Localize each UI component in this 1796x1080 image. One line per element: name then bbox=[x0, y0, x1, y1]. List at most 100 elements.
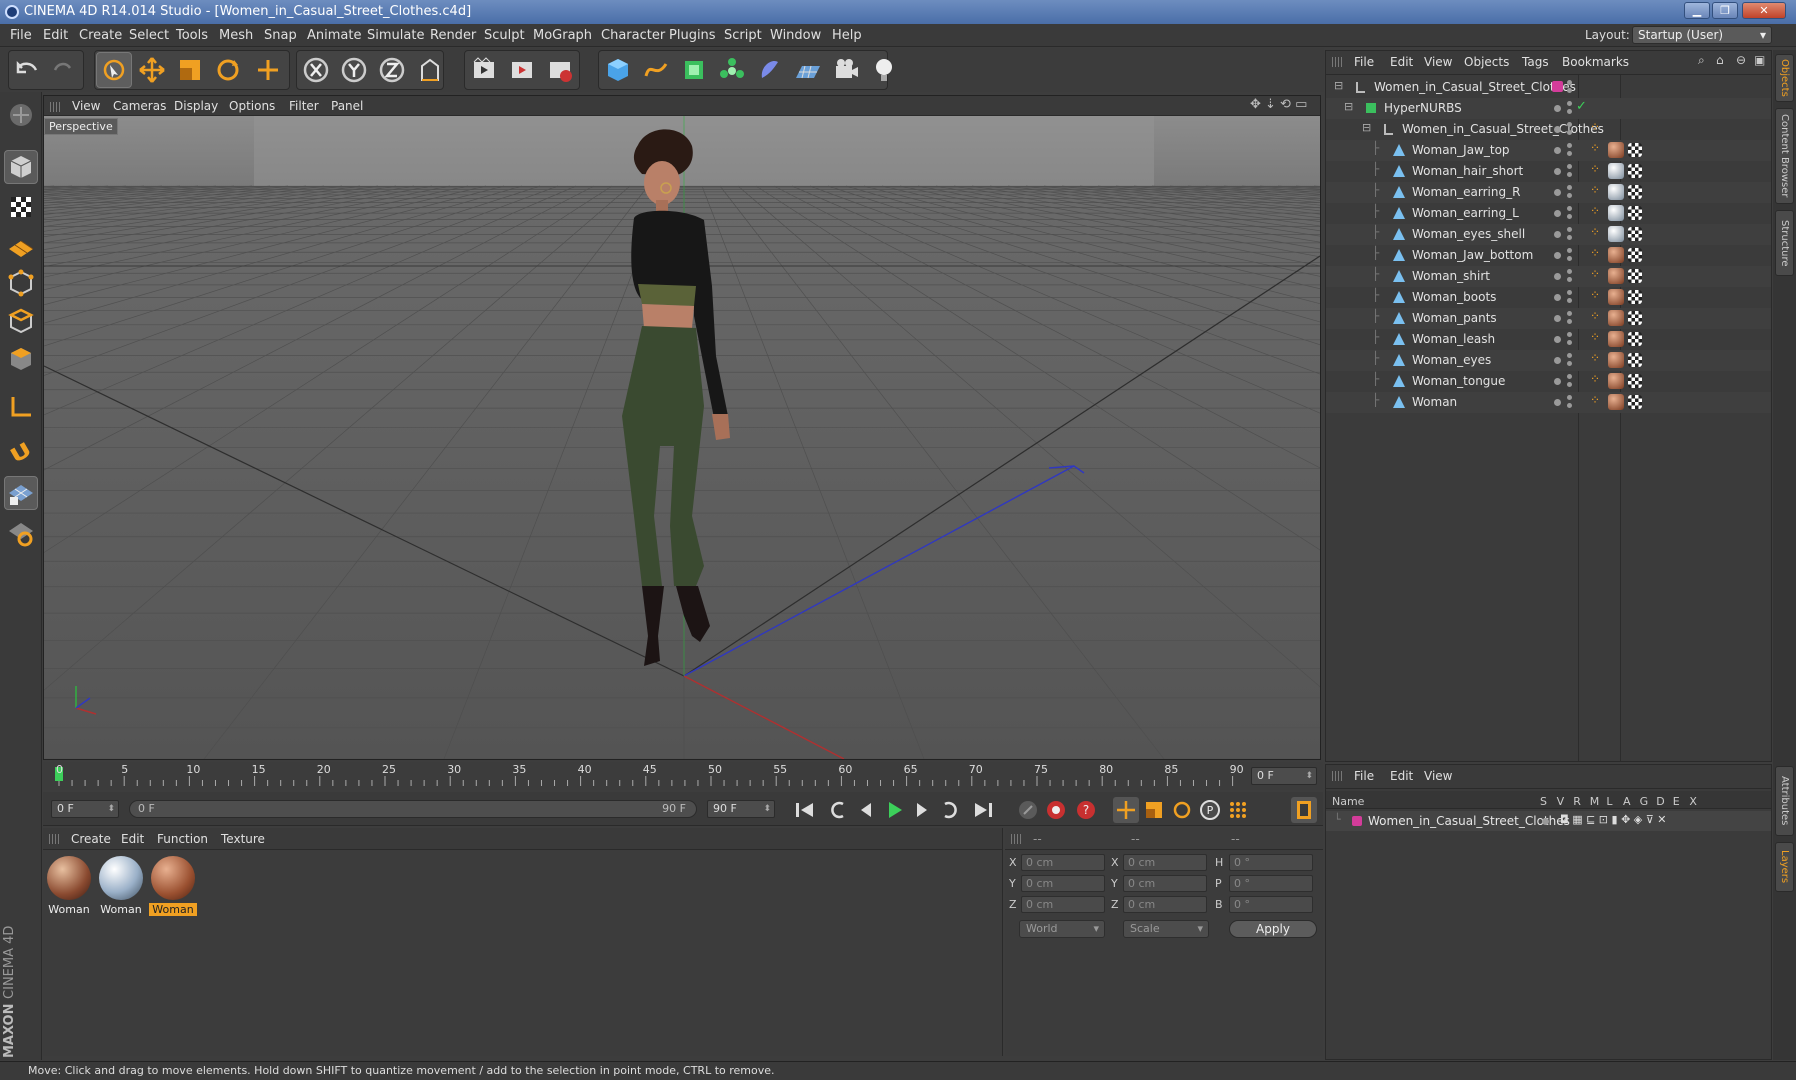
phong-tag-icon[interactable]: ⁘ bbox=[1590, 246, 1600, 260]
menu-select[interactable]: Select bbox=[129, 28, 169, 43]
uvw-tag-icon[interactable] bbox=[1628, 311, 1642, 325]
editor-visibility-dot[interactable] bbox=[1554, 315, 1561, 322]
object-name[interactable]: Woman_hair_short bbox=[1412, 164, 1523, 178]
phong-tag-icon[interactable]: ⁘ bbox=[1590, 183, 1600, 197]
render-visible-toggle[interactable] bbox=[1567, 382, 1572, 387]
menu-file[interactable]: File bbox=[10, 28, 32, 43]
object-row[interactable]: ⊟ Women_in_Casual_Street_Clothes ⁘ bbox=[1326, 119, 1771, 140]
edges-mode-icon[interactable] bbox=[4, 304, 38, 338]
editor-visibility-dot[interactable] bbox=[1554, 105, 1561, 112]
editor-visible-toggle[interactable] bbox=[1567, 332, 1572, 337]
object-row[interactable]: ⊟ Women_in_Casual_Street_Clothes bbox=[1326, 77, 1771, 98]
editor-visible-toggle[interactable] bbox=[1567, 290, 1572, 295]
recent-tool-icon[interactable] bbox=[250, 52, 286, 88]
live-selection-icon[interactable] bbox=[96, 52, 132, 88]
viewport-menu-panel[interactable]: Panel bbox=[331, 99, 363, 113]
editor-visible-toggle[interactable] bbox=[1567, 353, 1572, 358]
close-button[interactable]: ✕ bbox=[1742, 2, 1786, 19]
material-tag-icon[interactable] bbox=[1608, 205, 1624, 221]
next-key-icon[interactable] bbox=[937, 797, 963, 823]
phong-tag-icon[interactable]: ⁘ bbox=[1590, 372, 1600, 386]
object-menu-file[interactable]: File bbox=[1354, 55, 1374, 69]
cube-object-icon[interactable] bbox=[600, 52, 636, 88]
model-mode-icon[interactable] bbox=[4, 150, 38, 184]
editor-visibility-dot[interactable] bbox=[1554, 336, 1561, 343]
editor-visible-toggle[interactable] bbox=[1567, 374, 1572, 379]
deformer-icon[interactable] bbox=[752, 52, 788, 88]
menu-sculpt[interactable]: Sculpt bbox=[484, 28, 525, 43]
uvw-tag-icon[interactable] bbox=[1628, 374, 1642, 388]
object-name[interactable]: Woman_earring_R bbox=[1412, 185, 1520, 199]
material-tag-icon[interactable] bbox=[1608, 247, 1624, 263]
layout-dropdown[interactable]: Startup (User) bbox=[1632, 26, 1772, 44]
editor-visible-toggle[interactable] bbox=[1567, 248, 1572, 253]
autokey-icon[interactable]: ? bbox=[1073, 797, 1099, 823]
editor-visible-toggle[interactable] bbox=[1567, 311, 1572, 316]
make-editable-icon[interactable] bbox=[4, 98, 38, 132]
object-name[interactable]: Woman_boots bbox=[1412, 290, 1496, 304]
key-scale-icon[interactable] bbox=[1141, 797, 1167, 823]
polygons-mode-icon[interactable] bbox=[4, 342, 38, 376]
key-pla-icon[interactable] bbox=[1225, 797, 1251, 823]
layer-menu-edit[interactable]: Edit bbox=[1390, 769, 1413, 783]
undo-icon[interactable] bbox=[10, 52, 46, 88]
menu-simulate[interactable]: Simulate bbox=[367, 28, 424, 43]
material-swatch-1[interactable]: Woman bbox=[45, 854, 93, 916]
current-frame-field[interactable]: 0 F bbox=[1251, 767, 1317, 785]
phong-tag-icon[interactable]: ⁘ bbox=[1590, 309, 1600, 323]
render-visible-toggle[interactable] bbox=[1567, 319, 1572, 324]
material-tag-icon[interactable] bbox=[1608, 226, 1624, 242]
object-row[interactable]: ├ Woman_pants ⁘ bbox=[1326, 308, 1771, 329]
object-row[interactable]: ├ Woman_tongue ⁘ bbox=[1326, 371, 1771, 392]
rotate-icon[interactable] bbox=[210, 52, 246, 88]
menu-edit[interactable]: Edit bbox=[43, 28, 68, 43]
coord-size-mode-dropdown[interactable]: Scale bbox=[1123, 920, 1209, 938]
layer-flag-icons[interactable]: ◘ ▦ ⊑ ⊡ ▮ ✥ ◈ ⊽ ✕ bbox=[1560, 813, 1667, 826]
coord-space-dropdown[interactable]: World bbox=[1019, 920, 1105, 938]
timeline-ruler[interactable]: 0 F bbox=[43, 762, 1323, 790]
editor-visible-toggle[interactable] bbox=[1567, 80, 1572, 85]
editor-visibility-dot[interactable] bbox=[1554, 294, 1561, 301]
previous-key-icon[interactable] bbox=[825, 797, 851, 823]
filter-icon[interactable]: ⊖ bbox=[1736, 53, 1746, 67]
coord-rot-b-field[interactable]: 0 ° bbox=[1229, 896, 1313, 913]
render-visible-toggle[interactable] bbox=[1567, 130, 1572, 135]
object-row[interactable]: ├ Woman_earring_R ⁘ bbox=[1326, 182, 1771, 203]
key-rotation-icon[interactable] bbox=[1169, 797, 1195, 823]
material-tag-icon[interactable] bbox=[1608, 268, 1624, 284]
object-name[interactable]: Woman_pants bbox=[1412, 311, 1497, 325]
material-swatch-2[interactable]: Woman bbox=[97, 854, 145, 916]
menu-snap[interactable]: Snap bbox=[264, 28, 297, 43]
editor-visibility-dot[interactable] bbox=[1554, 273, 1561, 280]
object-menu-bookmarks[interactable]: Bookmarks bbox=[1562, 55, 1629, 69]
tab-objects[interactable]: Objects bbox=[1775, 54, 1794, 102]
coord-rot-p-field[interactable]: 0 ° bbox=[1229, 875, 1313, 892]
object-menu-edit[interactable]: Edit bbox=[1390, 55, 1413, 69]
coord-size-x-field[interactable]: 0 cm bbox=[1123, 854, 1207, 871]
object-name[interactable]: Woman_Jaw_top bbox=[1412, 143, 1510, 157]
uvw-tag-icon[interactable] bbox=[1628, 164, 1642, 178]
phong-tag-icon[interactable]: ⁘ bbox=[1590, 141, 1600, 155]
layer-menu-view[interactable]: View bbox=[1424, 769, 1452, 783]
object-menu-objects[interactable]: Objects bbox=[1464, 55, 1509, 69]
menu-mograph[interactable]: MoGraph bbox=[533, 28, 592, 43]
editor-visibility-dot[interactable] bbox=[1554, 168, 1561, 175]
render-settings-icon[interactable] bbox=[542, 52, 578, 88]
menu-create[interactable]: Create bbox=[79, 28, 122, 43]
play-icon[interactable] bbox=[881, 797, 907, 823]
layer-menu-file[interactable]: File bbox=[1354, 769, 1374, 783]
object-name[interactable]: Women_in_Casual_Street_Clothes bbox=[1402, 122, 1604, 136]
floor-scene-icon[interactable] bbox=[790, 52, 826, 88]
coord-pos-z-field[interactable]: 0 cm bbox=[1021, 896, 1105, 913]
expand-toggle-icon[interactable]: ⊟ bbox=[1334, 79, 1343, 92]
viewport-menu-cameras[interactable]: Cameras bbox=[113, 99, 166, 113]
redo-icon[interactable] bbox=[46, 52, 82, 88]
object-row[interactable]: ├ Woman_boots ⁘ bbox=[1326, 287, 1771, 308]
material-tag-icon[interactable] bbox=[1608, 373, 1624, 389]
material-menu-create[interactable]: Create bbox=[71, 832, 111, 846]
object-name[interactable]: Woman bbox=[1412, 395, 1457, 409]
snap-magnet-icon[interactable] bbox=[4, 436, 38, 470]
viewport-perspective[interactable]: View Cameras Display Options Filter Pane… bbox=[43, 95, 1321, 760]
search-icon[interactable]: ⌕ bbox=[1698, 53, 1705, 68]
key-position-icon[interactable] bbox=[1113, 797, 1139, 823]
